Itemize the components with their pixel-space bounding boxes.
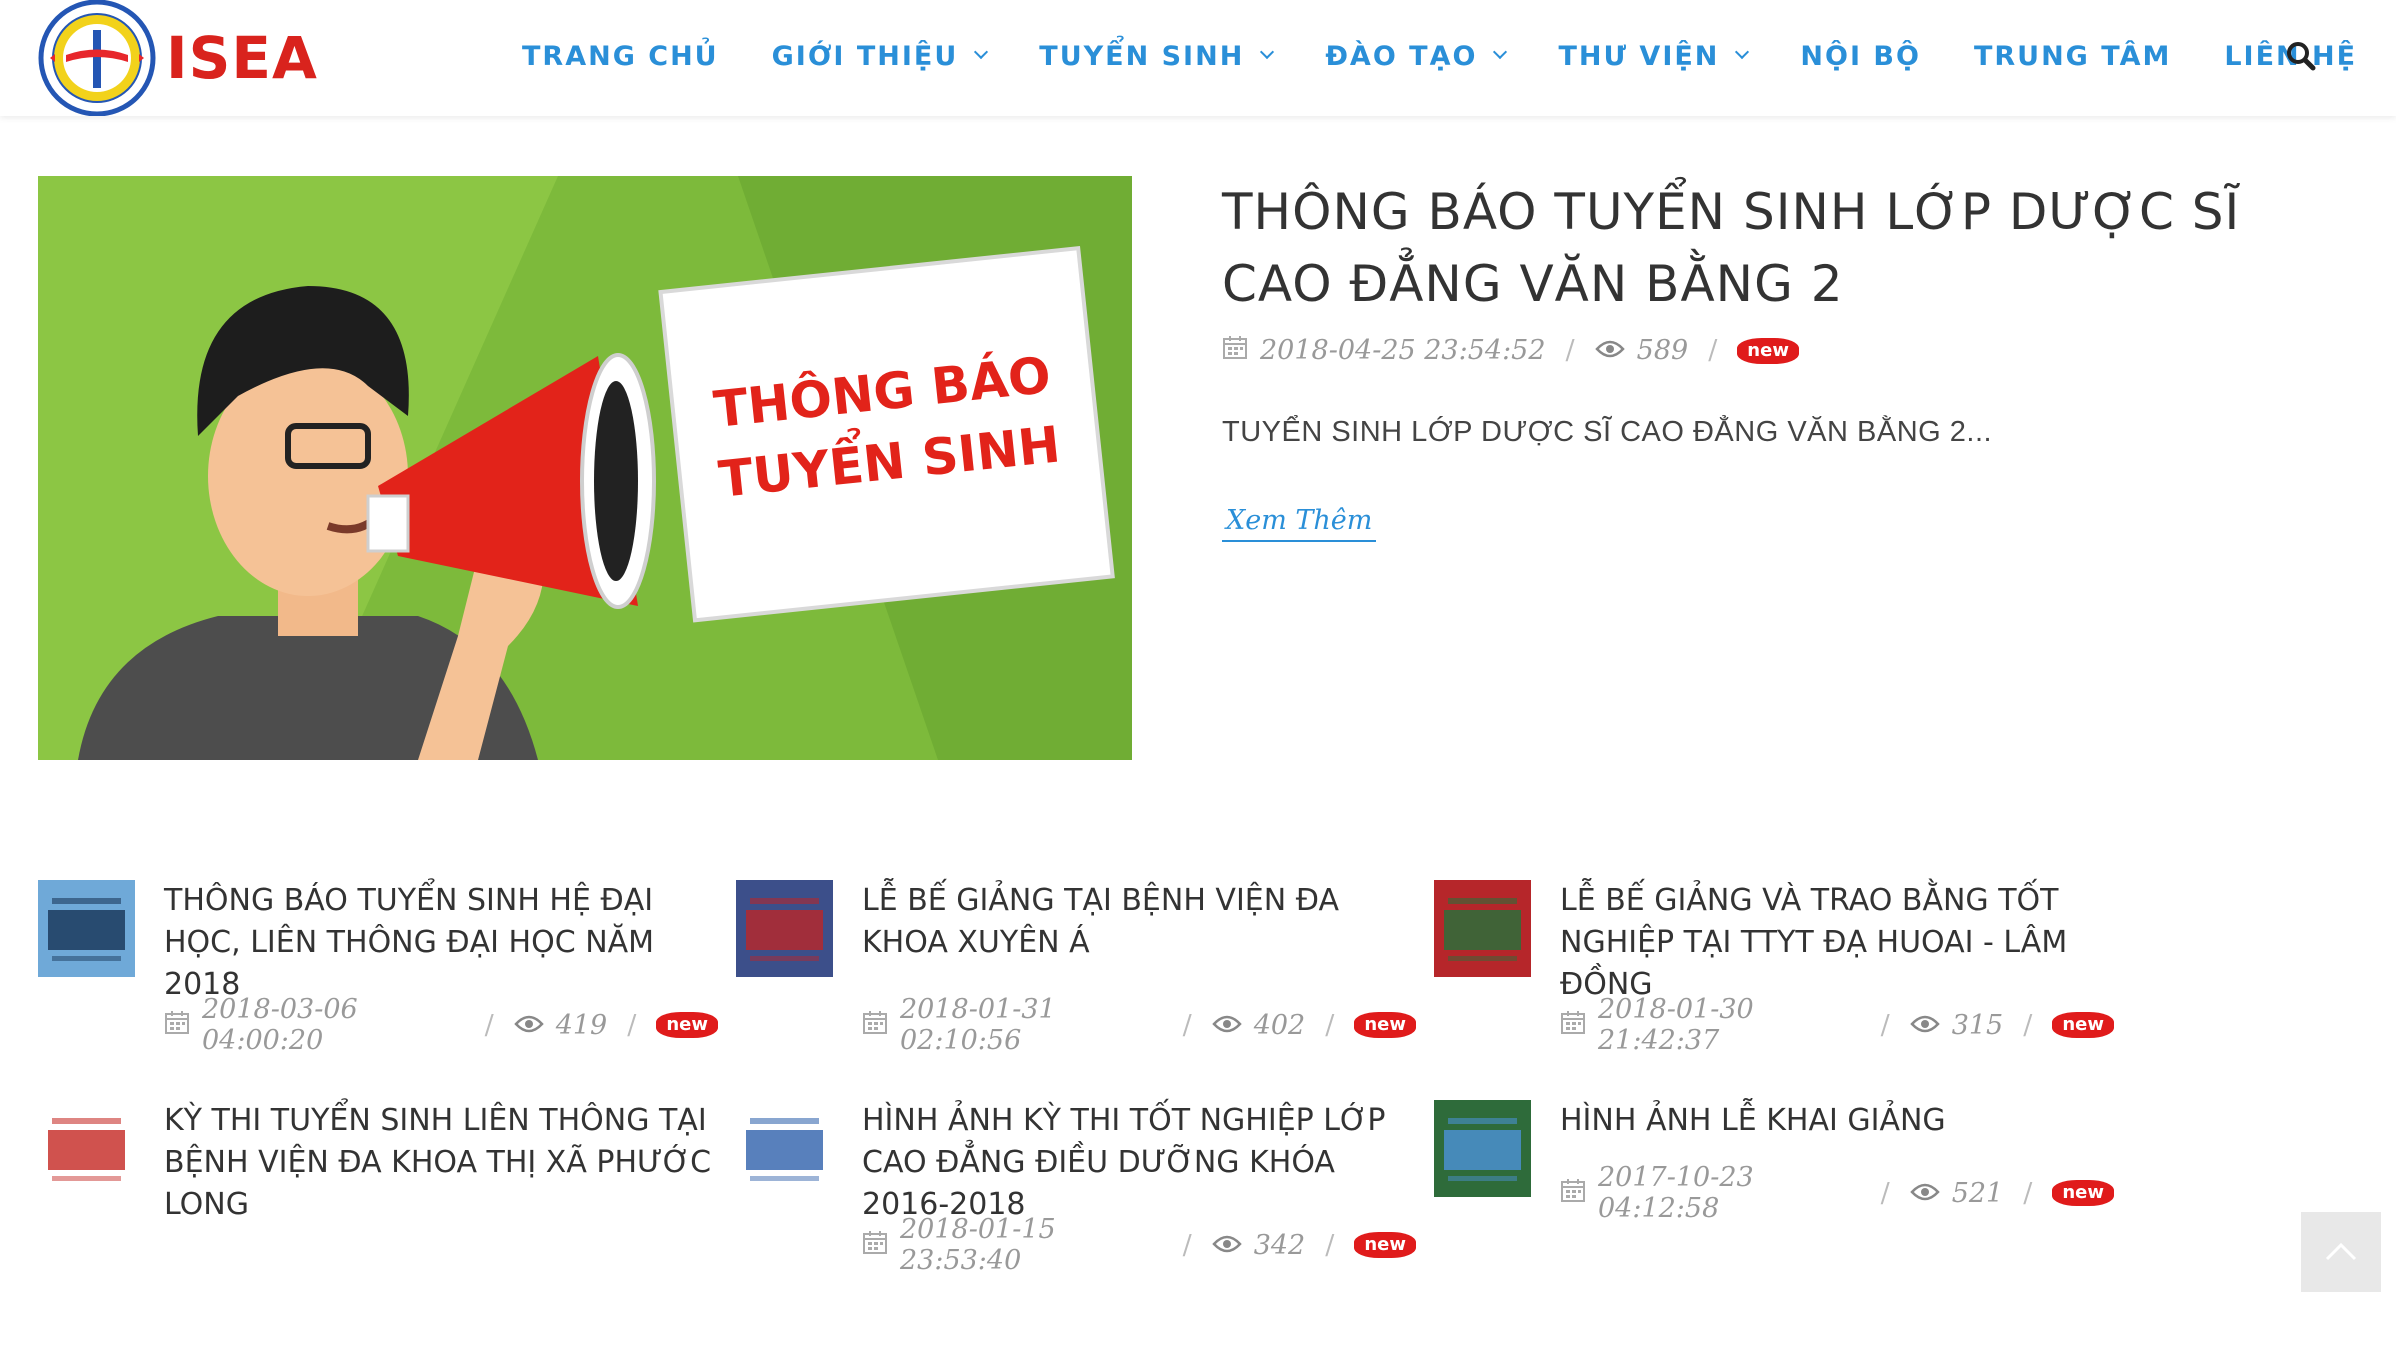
calendar-icon <box>1560 1009 1586 1042</box>
view-count: 521 <box>1951 1177 2004 1209</box>
meta-separator: / <box>1708 335 1718 366</box>
nav-internal[interactable]: NỘI BỘ <box>1800 41 1921 72</box>
new-badge: new <box>1354 1232 1416 1258</box>
meta-separator: / <box>2023 1177 2033 1209</box>
post-title[interactable]: HÌNH ẢNH KỲ THI TỐT NGHIỆP LỚP CAO ĐẲNG … <box>862 1100 1422 1226</box>
post-title[interactable]: LỄ BẾ GIẢNG TẠI BỆNH VIỆN ĐA KHOA XUYÊN … <box>862 880 1422 964</box>
post-meta: 2018-01-31 02:10:56 / 402 / new <box>862 994 1416 1056</box>
post-meta: 2017-10-23 04:12:58 / 521 / new <box>1560 1162 2114 1224</box>
chevron-down-icon <box>974 44 989 60</box>
view-count: 419 <box>555 1009 608 1041</box>
post-title[interactable]: LỄ BẾ GIẢNG VÀ TRAO BẰNG TỐT NGHIỆP TẠI … <box>1560 880 2120 1006</box>
post-date: 2017-10-23 04:12:58 <box>1598 1162 1754 1224</box>
chevron-down-icon <box>1260 44 1275 60</box>
new-badge: new <box>1737 337 1799 364</box>
post-date: 2018-01-31 02:10:56 <box>900 994 1056 1056</box>
eye-icon <box>1909 1010 1940 1041</box>
nav-label: GIỚI THIỆU <box>771 40 959 72</box>
post-date: 2018-01-15 23:53:40 <box>900 1214 1056 1276</box>
nav-admissions[interactable]: TUYỂN SINH <box>1039 40 1275 72</box>
new-badge: new <box>2052 1180 2114 1206</box>
meta-separator: / <box>1325 1009 1335 1041</box>
meta-separator: / <box>1182 1009 1192 1041</box>
new-badge: new <box>656 1012 718 1038</box>
featured-image[interactable]: THÔNG BÁO TUYỂN SINH <box>38 176 1132 760</box>
site-header: ISEA TRANG CHỦ GIỚI THIỆU TUYỂN SINH ĐÀO… <box>0 0 2396 117</box>
chevron-down-icon <box>1735 44 1750 60</box>
calendar-icon <box>164 1009 190 1042</box>
post-date: 2018-04-25 23:54:52 <box>1260 335 1546 366</box>
chevron-down-icon <box>1493 44 1508 60</box>
post-meta: 2018-01-30 21:42:37 / 315 / new <box>1560 994 2114 1056</box>
nav-center[interactable]: TRUNG TÂM <box>1974 41 2171 72</box>
logo-text: ISEA <box>166 24 318 92</box>
meta-separator: / <box>1182 1229 1192 1261</box>
meta-separator: / <box>1880 1177 1890 1209</box>
nav-label: TRUNG TÂM <box>1973 40 2172 72</box>
nav-label: NỘI BỘ <box>1800 40 1921 72</box>
meta-separator: / <box>1880 1009 1890 1041</box>
featured-excerpt: TUYỂN SINH LỚP DƯỢC SĨ CAO ĐẲNG VĂN BẰNG… <box>1222 416 1993 448</box>
nav-label: THƯ VIỆN <box>1558 40 1720 72</box>
post-date: 2018-01-30 21:42:37 <box>1598 994 1754 1056</box>
post-thumbnail[interactable] <box>736 1100 833 1197</box>
meta-separator: / <box>484 1009 494 1041</box>
eye-icon <box>1594 335 1625 366</box>
read-more-link[interactable]: Xem Thêm <box>1222 505 1377 542</box>
view-count: 402 <box>1253 1009 1306 1041</box>
new-badge: new <box>2052 1012 2114 1038</box>
new-badge: new <box>1354 1012 1416 1038</box>
calendar-icon <box>862 1009 888 1042</box>
calendar-icon <box>1560 1177 1586 1210</box>
view-count: 589 <box>1636 335 1689 366</box>
view-count: 315 <box>1951 1009 2004 1041</box>
calendar-icon <box>1222 334 1248 367</box>
nav-library[interactable]: THƯ VIỆN <box>1558 40 1750 72</box>
back-to-top-button[interactable] <box>2301 1212 2381 1292</box>
nav-about[interactable]: GIỚI THIỆU <box>771 40 989 72</box>
post-thumbnail[interactable] <box>1434 880 1531 977</box>
search-icon[interactable] <box>2285 40 2317 72</box>
post-thumbnail[interactable] <box>1434 1100 1531 1197</box>
featured-title[interactable]: THÔNG BÁO TUYỂN SINH LỚP DƯỢC SĨ CAO ĐẲN… <box>1222 176 2342 320</box>
post-title[interactable]: KỲ THI TUYỂN SINH LIÊN THÔNG TẠI BỆNH VI… <box>164 1100 724 1226</box>
logo-emblem <box>36 0 158 117</box>
eye-icon <box>1211 1010 1242 1041</box>
post-title[interactable]: THÔNG BÁO TUYỂN SINH HỆ ĐẠI HỌC, LIÊN TH… <box>164 880 724 1006</box>
nav-label: TRANG CHỦ <box>522 40 719 72</box>
meta-separator: / <box>1325 1229 1335 1261</box>
eye-icon <box>1909 1178 1940 1209</box>
main-nav: TRANG CHỦ GIỚI THIỆU TUYỂN SINH ĐÀO TẠO … <box>522 0 2396 112</box>
post-thumbnail[interactable] <box>38 880 135 977</box>
post-meta: 2018-01-15 23:53:40 / 342 / new <box>862 1214 1416 1276</box>
meta-separator: / <box>2023 1009 2033 1041</box>
eye-icon <box>1211 1230 1242 1261</box>
post-thumbnail[interactable] <box>38 1100 135 1197</box>
post-thumbnail[interactable] <box>736 880 833 977</box>
meta-separator: / <box>1565 335 1575 366</box>
calendar-icon <box>862 1229 888 1262</box>
meta-separator: / <box>627 1009 637 1041</box>
eye-icon <box>513 1010 544 1041</box>
post-title[interactable]: HÌNH ẢNH LỄ KHAI GIẢNG <box>1560 1100 2120 1142</box>
post-meta: 2018-03-06 04:00:20 / 419 / new <box>164 994 718 1056</box>
nav-label: ĐÀO TẠO <box>1325 40 1478 72</box>
nav-label: TUYỂN SINH <box>1039 40 1245 72</box>
post-date: 2018-03-06 04:00:20 <box>202 994 358 1056</box>
chevron-up-icon <box>2325 1242 2357 1261</box>
nav-home[interactable]: TRANG CHỦ <box>522 41 719 72</box>
featured-meta: 2018-04-25 23:54:52 / 589 / new <box>1222 334 1799 367</box>
view-count: 342 <box>1253 1229 1306 1261</box>
site-logo[interactable]: ISEA <box>36 0 318 117</box>
nav-training[interactable]: ĐÀO TẠO <box>1325 40 1508 72</box>
